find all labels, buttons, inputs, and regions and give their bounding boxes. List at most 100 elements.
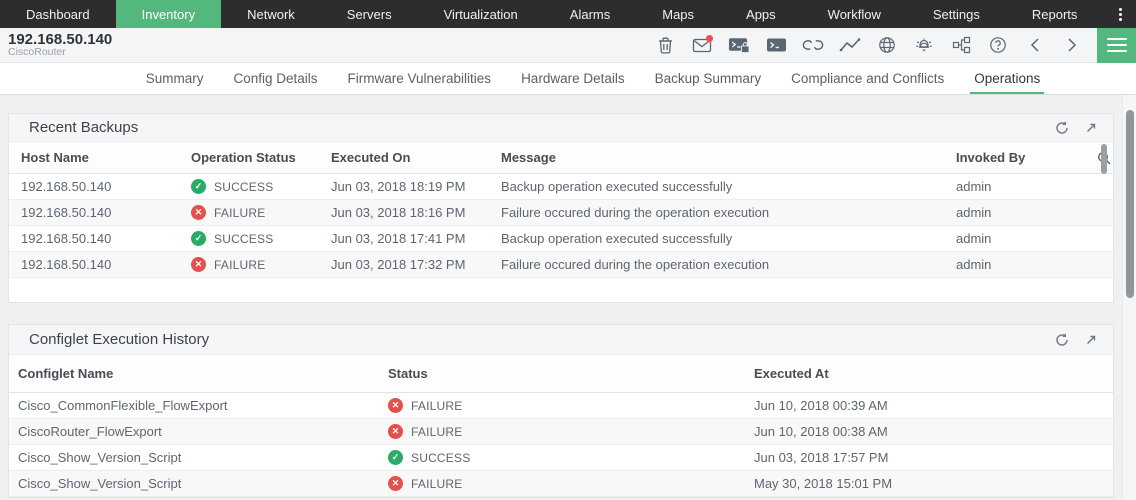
topology-icon[interactable] (950, 34, 972, 56)
status-success-icon (191, 231, 206, 246)
col-executed-on: Executed On (331, 150, 501, 165)
device-header: 192.168.50.140 CiscoRouter (0, 28, 1136, 63)
table-row[interactable]: 192.168.50.140 FAILURE Jun 03, 2018 17:3… (9, 252, 1113, 278)
expand-icon[interactable] (1085, 121, 1097, 135)
tab-hardware-details[interactable]: Hardware Details (521, 63, 625, 94)
page-scrollbar[interactable] (1122, 95, 1136, 500)
expand-icon[interactable] (1085, 333, 1097, 347)
executed-at-cell: Jun 03, 2018 17:57 PM (754, 450, 1113, 465)
col-executed-at: Executed At (754, 366, 1113, 381)
configlet-history-panel: Configlet Execution History Configlet Na… (8, 324, 1114, 498)
host-name-cell: 192.168.50.140 (21, 257, 191, 272)
refresh-icon[interactable] (1055, 333, 1069, 347)
nav-item-dashboard[interactable]: Dashboard (0, 0, 116, 28)
nav-item-workflow[interactable]: Workflow (802, 0, 907, 28)
tab-summary[interactable]: Summary (146, 63, 204, 94)
table-scrollbar-thumb[interactable] (1101, 144, 1107, 174)
status-label: FAILURE (214, 258, 265, 272)
invoked-by-cell: admin (956, 231, 1077, 246)
nav-item-alarms[interactable]: Alarms (544, 0, 636, 28)
status-label: SUCCESS (411, 451, 470, 465)
help-icon[interactable] (987, 34, 1009, 56)
recent-backups-title: Recent Backups (9, 119, 138, 136)
device-toolbar (654, 34, 1093, 56)
nav-more-menu[interactable] (1103, 0, 1136, 28)
chevron-right-icon[interactable] (1061, 34, 1083, 56)
kebab-menu-icon (1119, 8, 1122, 21)
tab-compliance-and-conflicts[interactable]: Compliance and Conflicts (791, 63, 944, 94)
trash-icon[interactable] (654, 34, 676, 56)
globe-icon[interactable] (876, 34, 898, 56)
status-label: FAILURE (411, 425, 462, 439)
table-search-button[interactable] (1077, 151, 1113, 165)
page-scrollbar-thumb[interactable] (1126, 110, 1134, 298)
table-row[interactable]: Cisco_Show_Version_Script SUCCESS Jun 03… (9, 445, 1113, 471)
alarm-bell-icon[interactable] (913, 34, 935, 56)
status-failure-icon (388, 476, 403, 491)
configlet-column-headers: Configlet Name Status Executed At (9, 355, 1113, 393)
tab-backup-summary[interactable]: Backup Summary (655, 63, 762, 94)
table-row[interactable]: 192.168.50.140 FAILURE Jun 03, 2018 18:1… (9, 200, 1113, 226)
tab-operations[interactable]: Operations (974, 63, 1040, 94)
mail-icon[interactable] (691, 34, 713, 56)
table-row[interactable]: Cisco_CommonFlexible_FlowExport FAILURE … (9, 393, 1113, 419)
col-operation-status: Operation Status (191, 150, 331, 165)
message-cell: Backup operation executed successfully (501, 179, 956, 194)
status-failure-icon (191, 257, 206, 272)
host-name-cell: 192.168.50.140 (21, 231, 191, 246)
link-icon[interactable] (802, 34, 824, 56)
device-identity: 192.168.50.140 CiscoRouter (0, 32, 112, 59)
nav-item-virtualization[interactable]: Virtualization (418, 0, 544, 28)
nav-item-settings[interactable]: Settings (907, 0, 1006, 28)
message-cell: Failure occured during the operation exe… (501, 205, 956, 220)
status-label: SUCCESS (214, 180, 273, 194)
nav-item-network[interactable]: Network (221, 0, 321, 28)
chevron-left-icon[interactable] (1024, 34, 1046, 56)
tab-firmware-vulnerabilities[interactable]: Firmware Vulnerabilities (348, 63, 492, 94)
status-failure-icon (388, 398, 403, 413)
col-message: Message (501, 150, 956, 165)
hamburger-menu-button[interactable] (1097, 28, 1136, 63)
table-row[interactable]: CiscoRouter_FlowExport FAILURE Jun 10, 2… (9, 419, 1113, 445)
table-row[interactable]: Cisco_Show_Version_Script FAILURE May 30… (9, 471, 1113, 497)
col-host-name: Host Name (21, 150, 191, 165)
mail-notification-dot (706, 35, 713, 42)
executed-at-cell: Jun 10, 2018 00:38 AM (754, 424, 1113, 439)
col-configlet-name: Configlet Name (18, 366, 388, 381)
status-label: SUCCESS (214, 232, 273, 246)
nav-item-servers[interactable]: Servers (321, 0, 418, 28)
configlet-history-title: Configlet Execution History (9, 331, 209, 348)
host-name-cell: 192.168.50.140 (21, 179, 191, 194)
refresh-icon[interactable] (1055, 121, 1069, 135)
table-row[interactable]: 192.168.50.140 SUCCESS Jun 03, 2018 17:4… (9, 226, 1113, 252)
message-cell: Backup operation executed successfully (501, 231, 956, 246)
nav-item-maps[interactable]: Maps (636, 0, 720, 28)
status-label: FAILURE (411, 399, 462, 413)
nav-item-apps[interactable]: Apps (720, 0, 802, 28)
status-cell: FAILURE (388, 476, 754, 491)
configlet-history-header: Configlet Execution History (9, 325, 1113, 355)
status-failure-icon (388, 424, 403, 439)
executed-on-cell: Jun 03, 2018 17:41 PM (331, 231, 501, 246)
terminal-lock-icon[interactable] (728, 34, 750, 56)
status-failure-icon (191, 205, 206, 220)
nav-item-inventory[interactable]: Inventory (116, 0, 221, 28)
message-cell: Failure occured during the operation exe… (501, 257, 956, 272)
top-nav: Dashboard Inventory Network Servers Virt… (0, 0, 1136, 28)
recent-backups-column-headers: Host Name Operation Status Executed On M… (9, 142, 1113, 174)
terminal-icon[interactable] (765, 34, 787, 56)
tab-config-details[interactable]: Config Details (233, 63, 317, 94)
host-name-cell: 192.168.50.140 (21, 205, 191, 220)
device-tabbar: Summary Config Details Firmware Vulnerab… (0, 63, 1136, 95)
trend-icon[interactable] (839, 34, 861, 56)
nav-item-reports[interactable]: Reports (1006, 0, 1104, 28)
configlet-name-cell: Cisco_Show_Version_Script (18, 476, 388, 491)
table-row[interactable]: 192.168.50.140 SUCCESS Jun 03, 2018 18:1… (9, 174, 1113, 200)
status-label: FAILURE (411, 477, 462, 491)
status-cell: FAILURE (388, 424, 754, 439)
executed-on-cell: Jun 03, 2018 18:19 PM (331, 179, 501, 194)
executed-on-cell: Jun 03, 2018 18:16 PM (331, 205, 501, 220)
device-ip: 192.168.50.140 (8, 32, 112, 48)
status-cell: FAILURE (191, 257, 331, 272)
invoked-by-cell: admin (956, 179, 1077, 194)
